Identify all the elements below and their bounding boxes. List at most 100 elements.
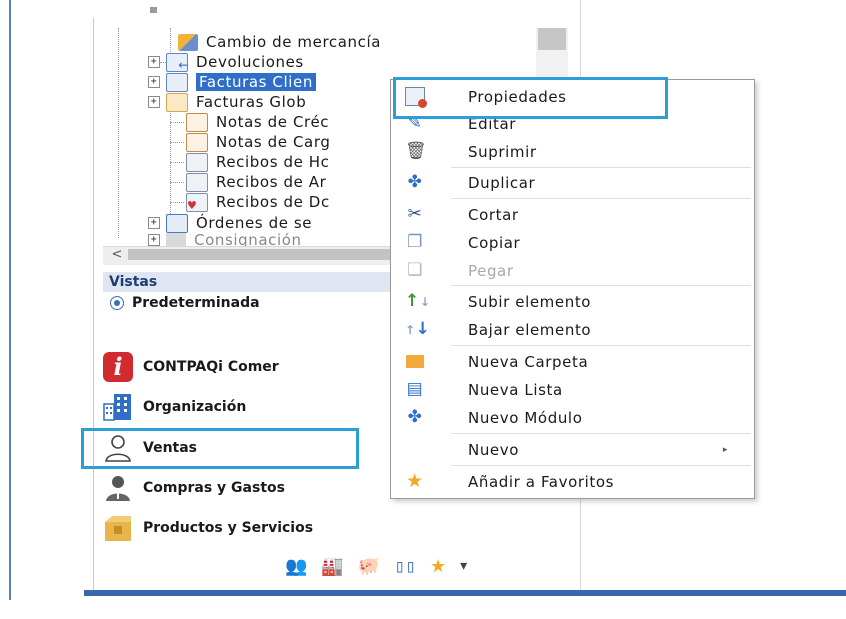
folder-icon	[166, 233, 186, 247]
vista-option-label: Predeterminada	[132, 295, 260, 311]
tree-item-label: Recibos de Dc	[216, 193, 330, 211]
menu-item-label: Subir elemento	[468, 292, 592, 311]
products-box-icon	[103, 513, 133, 543]
menu-item-label: Nuevo Módulo	[468, 408, 583, 427]
tree-item-label: Recibos de Ar	[216, 173, 327, 191]
tree-item-recibos-arrendamiento[interactable]: Recibos de Ar	[170, 172, 326, 192]
module-label: Productos y Servicios	[143, 520, 314, 536]
propiedades-highlight-box	[393, 77, 668, 119]
factory-icon[interactable]: 🏭	[321, 556, 343, 577]
service-order-icon	[166, 213, 188, 233]
tree-item-label: Facturas Glob	[196, 93, 307, 111]
move-up-icon: ↑↓	[405, 291, 431, 311]
menu-item-duplicar[interactable]: ✤ Duplicar	[391, 169, 754, 196]
receipt-icon	[186, 152, 208, 172]
star-icon[interactable]: ★	[430, 556, 446, 577]
radio-selected-icon[interactable]	[110, 296, 124, 310]
module-label: CONTPAQi Comer	[143, 359, 279, 375]
dropdown-icon[interactable]: ▾	[460, 558, 467, 574]
expand-icon[interactable]: +	[148, 217, 160, 229]
menu-item-label: Suprimir	[468, 142, 537, 161]
ventas-highlight-box	[81, 428, 359, 469]
folder-icon	[405, 352, 425, 371]
module-contpaqi-comercial[interactable]: i CONTPAQi Comer	[103, 349, 279, 385]
tree-item-facturas-clientes[interactable]: + Facturas Clien	[148, 72, 316, 92]
menu-item-bajar-elemento[interactable]: ↑↓ Bajar elemento	[391, 316, 754, 343]
menu-item-label: Pegar	[468, 261, 514, 280]
menu-item-cortar[interactable]: ✂ Cortar	[391, 201, 754, 228]
menu-item-copiar[interactable]: ❐ Copiar	[391, 229, 754, 256]
tree-item-recibos-donativos[interactable]: ♥ Recibos de Dc	[170, 192, 330, 212]
expand-icon[interactable]: +	[148, 96, 160, 108]
global-invoice-icon	[166, 92, 188, 112]
toolbar-fragment	[150, 7, 157, 13]
tree-scrollbar-thumb[interactable]	[538, 28, 566, 50]
piggy-bank-icon[interactable]: 🐖	[358, 556, 380, 577]
tree-item-consignacion[interactable]: + Consignación	[148, 233, 302, 247]
context-menu: Propiedades ✎ Editar 🗑 Suprimir ✤ Duplic…	[390, 79, 755, 499]
tree-item-label: Cambio de mercancía	[206, 33, 382, 51]
trash-icon: 🗑	[405, 141, 428, 161]
tree-item-devoluciones[interactable]: + ← Devoluciones	[148, 52, 304, 72]
menu-item-anadir-favoritos[interactable]: ★ Añadir a Favoritos	[391, 468, 754, 495]
menu-item-nuevo-modulo[interactable]: ✤ Nuevo Módulo	[391, 404, 754, 431]
module-label: Organización	[143, 399, 247, 415]
paste-icon: ❏	[407, 260, 423, 280]
menu-item-suprimir[interactable]: 🗑 Suprimir	[391, 138, 754, 165]
tree-item-label: Consignación	[194, 233, 302, 247]
menu-item-label: Nueva Carpeta	[468, 352, 589, 371]
window-left-border	[9, 0, 11, 600]
puzzle-icon: ✤	[407, 407, 423, 427]
menu-item-label: Duplicar	[468, 173, 536, 192]
menu-item-label: Cortar	[468, 205, 519, 224]
tree-item-cambio-de-mercancia[interactable]: Cambio de mercancía	[178, 32, 381, 52]
menu-item-label: Copiar	[468, 233, 521, 252]
copy-icon: ❐	[407, 232, 423, 252]
tree-item-notas-credito[interactable]: Notas de Créc	[170, 112, 329, 132]
menu-item-nueva-carpeta[interactable]: Nueva Carpeta	[391, 348, 754, 375]
contpaqi-logo-icon: i	[103, 352, 133, 382]
submenu-arrow-icon: ▸	[722, 444, 728, 455]
scissors-icon: ✂	[407, 204, 423, 224]
tree-guide-line	[118, 28, 119, 238]
expand-icon[interactable]: +	[148, 234, 160, 246]
tree-item-label: Devoluciones	[196, 53, 304, 71]
menu-item-label: Nuevo	[468, 440, 520, 459]
tree-hscroll-thumb[interactable]	[128, 249, 398, 260]
vista-option-predeterminada[interactable]: Predeterminada	[110, 293, 260, 313]
tree-item-label: Recibos de Hc	[216, 153, 330, 171]
scroll-left-icon[interactable]: <	[110, 248, 124, 262]
expand-icon[interactable]: +	[148, 76, 160, 88]
columns-icon[interactable]: ▯▯	[394, 556, 416, 577]
menu-item-nueva-lista[interactable]: ▤ Nueva Lista	[391, 376, 754, 403]
credit-note-icon	[186, 112, 208, 132]
move-down-icon: ↑↓	[405, 319, 431, 339]
star-icon: ★	[406, 470, 424, 492]
menu-item-label: Añadir a Favoritos	[468, 472, 615, 491]
receipt-icon: ♥	[186, 192, 208, 212]
receipt-icon	[186, 172, 208, 192]
tree-item-facturas-globales[interactable]: + Facturas Glob	[148, 92, 306, 112]
module-productos-servicios[interactable]: Productos y Servicios	[103, 510, 313, 546]
tree-item-recibos-honorarios[interactable]: Recibos de Hc	[170, 152, 330, 172]
module-label: Compras y Gastos	[143, 480, 285, 496]
tree-item-ordenes-servicio[interactable]: + Órdenes de se	[148, 213, 312, 233]
tree-item-notas-cargo[interactable]: Notas de Carg	[170, 132, 330, 152]
module-organizacion[interactable]: Organización	[103, 389, 246, 425]
purchases-person-icon	[103, 473, 133, 503]
expand-icon[interactable]: +	[148, 56, 160, 68]
tree-item-label: Órdenes de se	[196, 214, 313, 232]
return-document-icon: ←	[166, 52, 188, 72]
module-shortcut-bar: 👥 🏭 🐖 ▯▯ ★ ▾	[285, 553, 467, 579]
list-icon: ▤	[406, 379, 424, 399]
exchange-icon	[178, 33, 198, 51]
tree-item-label: Facturas Clien	[196, 73, 316, 91]
menu-item-nuevo[interactable]: Nuevo ▸	[391, 436, 754, 463]
module-compras-gastos[interactable]: Compras y Gastos	[103, 470, 285, 506]
invoice-icon	[166, 72, 188, 92]
menu-item-pegar[interactable]: ❏ Pegar	[391, 257, 754, 284]
people-icon[interactable]: 👥	[285, 556, 307, 577]
menu-item-label: Nueva Lista	[468, 380, 563, 399]
menu-item-subir-elemento[interactable]: ↑↓ Subir elemento	[391, 288, 754, 315]
duplicate-puzzle-icon: ✤	[407, 172, 423, 192]
